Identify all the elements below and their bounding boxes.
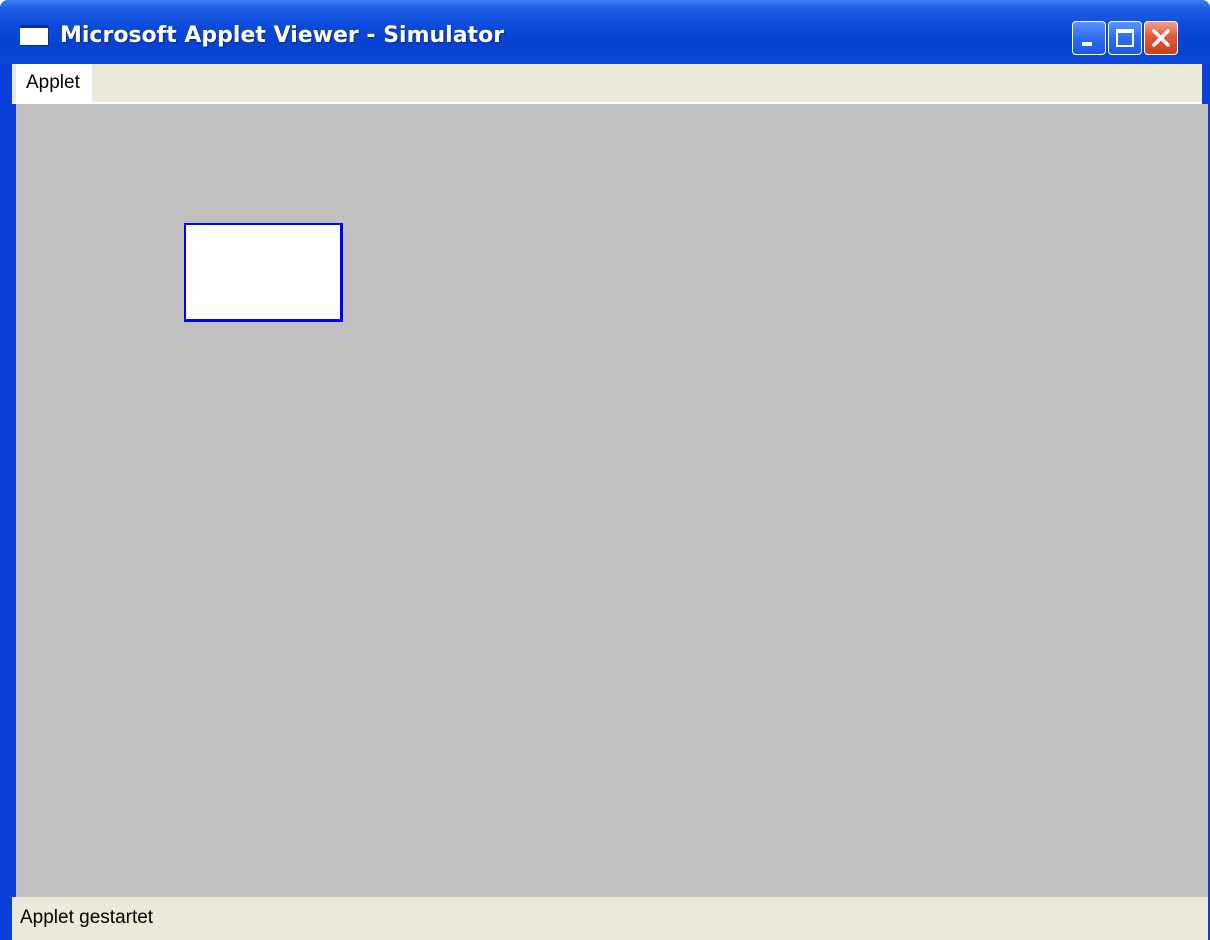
- close-icon: [1152, 29, 1170, 47]
- title-bar[interactable]: Microsoft Applet Viewer - Simulator: [0, 0, 1210, 64]
- applet-window-icon[interactable]: [20, 25, 48, 45]
- status-text: Applet gestartet: [20, 907, 154, 928]
- menu-bar: Applet: [12, 64, 1202, 102]
- applet-viewer-window: Microsoft Applet Viewer - Simulator Appl…: [0, 0, 1210, 940]
- maximize-button[interactable]: [1108, 21, 1142, 55]
- applet-canvas[interactable]: [16, 104, 1208, 897]
- minimize-icon: [1082, 42, 1092, 46]
- window-title: Microsoft Applet Viewer - Simulator: [60, 23, 505, 48]
- minimize-button[interactable]: [1072, 21, 1106, 55]
- close-button[interactable]: [1144, 21, 1178, 55]
- menu-applet[interactable]: Applet: [16, 64, 92, 102]
- applet-rectangle: [184, 223, 343, 322]
- status-bar: Applet gestartet: [12, 897, 1208, 940]
- maximize-icon: [1116, 29, 1134, 47]
